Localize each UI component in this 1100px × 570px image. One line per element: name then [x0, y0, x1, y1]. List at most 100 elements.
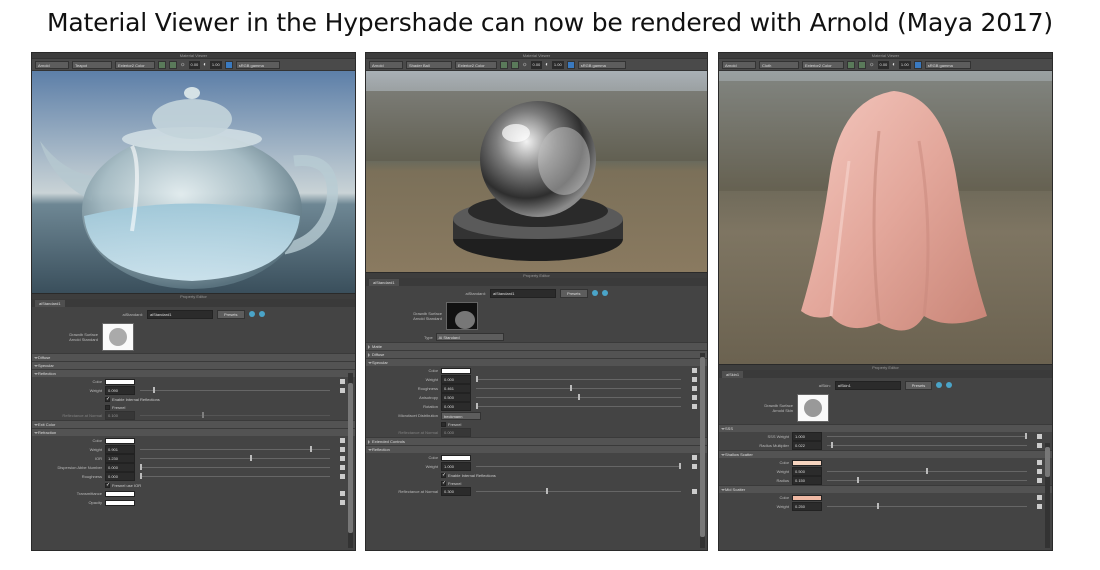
radius-multiplier-slider[interactable]: [827, 445, 1027, 446]
mid-color-swatch[interactable]: [792, 494, 822, 501]
specular-weight-slider[interactable]: [476, 379, 681, 380]
view-transform-dropdown[interactable]: sRGB gamma: [577, 60, 626, 69]
map-button-icon[interactable]: [1037, 495, 1042, 500]
reflectance-normal-field[interactable]: 0.300: [441, 487, 471, 496]
map-button-icon[interactable]: [1037, 460, 1042, 465]
roughness-slider[interactable]: [476, 388, 681, 389]
section-shallow-scatter[interactable]: Shallow Scatter: [719, 450, 1052, 458]
color-management-icon[interactable]: [566, 60, 575, 69]
opacity-swatch[interactable]: [105, 499, 135, 506]
fresnel-use-ior-checkbox[interactable]: [105, 482, 110, 488]
pause-render-icon[interactable]: [158, 60, 166, 69]
mid-weight-slider[interactable]: [827, 506, 1027, 507]
enable-internal-reflections-checkbox[interactable]: [441, 472, 446, 478]
refraction-weight-slider[interactable]: [140, 449, 330, 450]
reflection-weight-slider[interactable]: [140, 390, 330, 391]
slider-thumb[interactable]: [570, 385, 572, 391]
map-button-icon[interactable]: [692, 386, 697, 391]
map-button-icon[interactable]: [340, 388, 345, 393]
snapshot-icon[interactable]: [169, 60, 177, 69]
section-reflection[interactable]: Reflection: [366, 445, 707, 453]
select-input-icon[interactable]: [248, 311, 255, 317]
slider-thumb[interactable]: [153, 387, 155, 393]
environment-dropdown[interactable]: Exterior2 Color: [455, 60, 497, 69]
section-matte[interactable]: Matte: [366, 342, 707, 350]
mid-weight-field[interactable]: 0.250: [792, 502, 822, 511]
slider-thumb[interactable]: [679, 463, 681, 469]
fresnel-checkbox[interactable]: [441, 480, 446, 486]
rotation-field[interactable]: 0.000: [441, 402, 471, 411]
reflection-color-swatch[interactable]: [105, 378, 135, 385]
sss-weight-field[interactable]: 1.000: [792, 432, 822, 441]
refraction-weight-field[interactable]: 0.901: [105, 445, 135, 454]
map-button-icon[interactable]: [692, 464, 697, 469]
shallow-weight-field[interactable]: 0.500: [792, 467, 822, 476]
slider-thumb[interactable]: [831, 442, 833, 448]
shader-name-field[interactable]: aiStandard1: [146, 309, 213, 319]
section-diffuse[interactable]: Diffuse: [366, 350, 707, 358]
map-button-icon[interactable]: [340, 438, 345, 443]
refraction-color-swatch[interactable]: [105, 437, 135, 444]
slider-thumb[interactable]: [476, 376, 478, 382]
ior-field[interactable]: 1.230: [105, 454, 135, 463]
renderer-dropdown[interactable]: Arnold: [722, 60, 756, 69]
microfacet-dropdown[interactable]: beckmann: [441, 411, 481, 420]
section-specular[interactable]: Specular: [32, 361, 355, 369]
slider-thumb[interactable]: [546, 488, 548, 494]
map-button-icon[interactable]: [692, 489, 697, 494]
exposure-field[interactable]: 0.00: [530, 60, 543, 69]
slider-thumb[interactable]: [140, 473, 142, 479]
specular-weight-field[interactable]: 0.000: [441, 375, 471, 384]
fresnel-checkbox[interactable]: [441, 421, 446, 427]
snapshot-icon[interactable]: [858, 60, 866, 69]
section-mid-scatter[interactable]: Mid Scatter: [719, 485, 1052, 493]
dispersion-slider[interactable]: [140, 467, 330, 468]
section-reflection[interactable]: Reflection: [32, 369, 355, 377]
scrollbar[interactable]: [348, 373, 353, 548]
slider-thumb[interactable]: [926, 468, 928, 474]
shallow-color-swatch[interactable]: [792, 459, 822, 466]
map-button-icon[interactable]: [340, 465, 345, 470]
pause-render-icon[interactable]: [500, 60, 508, 69]
section-sss[interactable]: SSS: [719, 424, 1052, 432]
roughness-field[interactable]: 0.461: [441, 384, 471, 393]
slider-thumb[interactable]: [476, 403, 478, 409]
render-viewport[interactable]: [32, 71, 355, 293]
section-diffuse[interactable]: Diffuse: [32, 353, 355, 361]
specular-color-swatch[interactable]: [441, 367, 471, 374]
map-button-icon[interactable]: [692, 404, 697, 409]
dispersion-field[interactable]: 0.000: [105, 463, 135, 472]
section-specular[interactable]: Specular: [366, 358, 707, 366]
reflectance-normal-field[interactable]: 0.100: [105, 411, 135, 420]
slider-thumb[interactable]: [310, 446, 312, 452]
sss-weight-slider[interactable]: [827, 436, 1027, 437]
roughness-field[interactable]: 0.000: [105, 472, 135, 481]
reflection-weight-field[interactable]: 1.000: [441, 462, 471, 471]
gamma-field[interactable]: 1.00: [209, 60, 222, 69]
section-refraction[interactable]: Refraction: [32, 428, 355, 436]
reflection-weight-field[interactable]: 0.090: [105, 386, 135, 395]
reflection-color-swatch[interactable]: [441, 454, 471, 461]
shallow-radius-field[interactable]: 0.150: [792, 476, 822, 485]
renderer-dropdown[interactable]: Arnold: [35, 60, 69, 69]
select-input-icon[interactable]: [936, 382, 943, 388]
map-button-icon[interactable]: [692, 455, 697, 460]
exposure-field[interactable]: 0.00: [188, 60, 201, 69]
map-button-icon[interactable]: [340, 379, 345, 384]
shader-name-field[interactable]: aiStandard1: [489, 288, 556, 298]
presets-button[interactable]: Presets: [559, 288, 588, 298]
reflection-weight-slider[interactable]: [476, 466, 681, 467]
enable-internal-reflections-checkbox[interactable]: [105, 396, 110, 402]
ior-slider[interactable]: [140, 458, 330, 459]
render-viewport[interactable]: [719, 71, 1052, 364]
map-button-icon[interactable]: [340, 500, 345, 505]
select-output-icon[interactable]: [946, 382, 953, 388]
map-button-icon[interactable]: [340, 474, 345, 479]
anisotropy-field[interactable]: 0.500: [441, 393, 471, 402]
tab-aistandard1[interactable]: aiStandard1: [35, 300, 65, 307]
radius-multiplier-field[interactable]: 0.022: [792, 441, 822, 450]
view-transform-dropdown[interactable]: sRGB gamma: [235, 60, 280, 69]
section-extended-controls[interactable]: Extended Controls: [366, 437, 707, 445]
scrollbar[interactable]: [700, 353, 705, 548]
fresnel-checkbox[interactable]: [105, 404, 110, 410]
